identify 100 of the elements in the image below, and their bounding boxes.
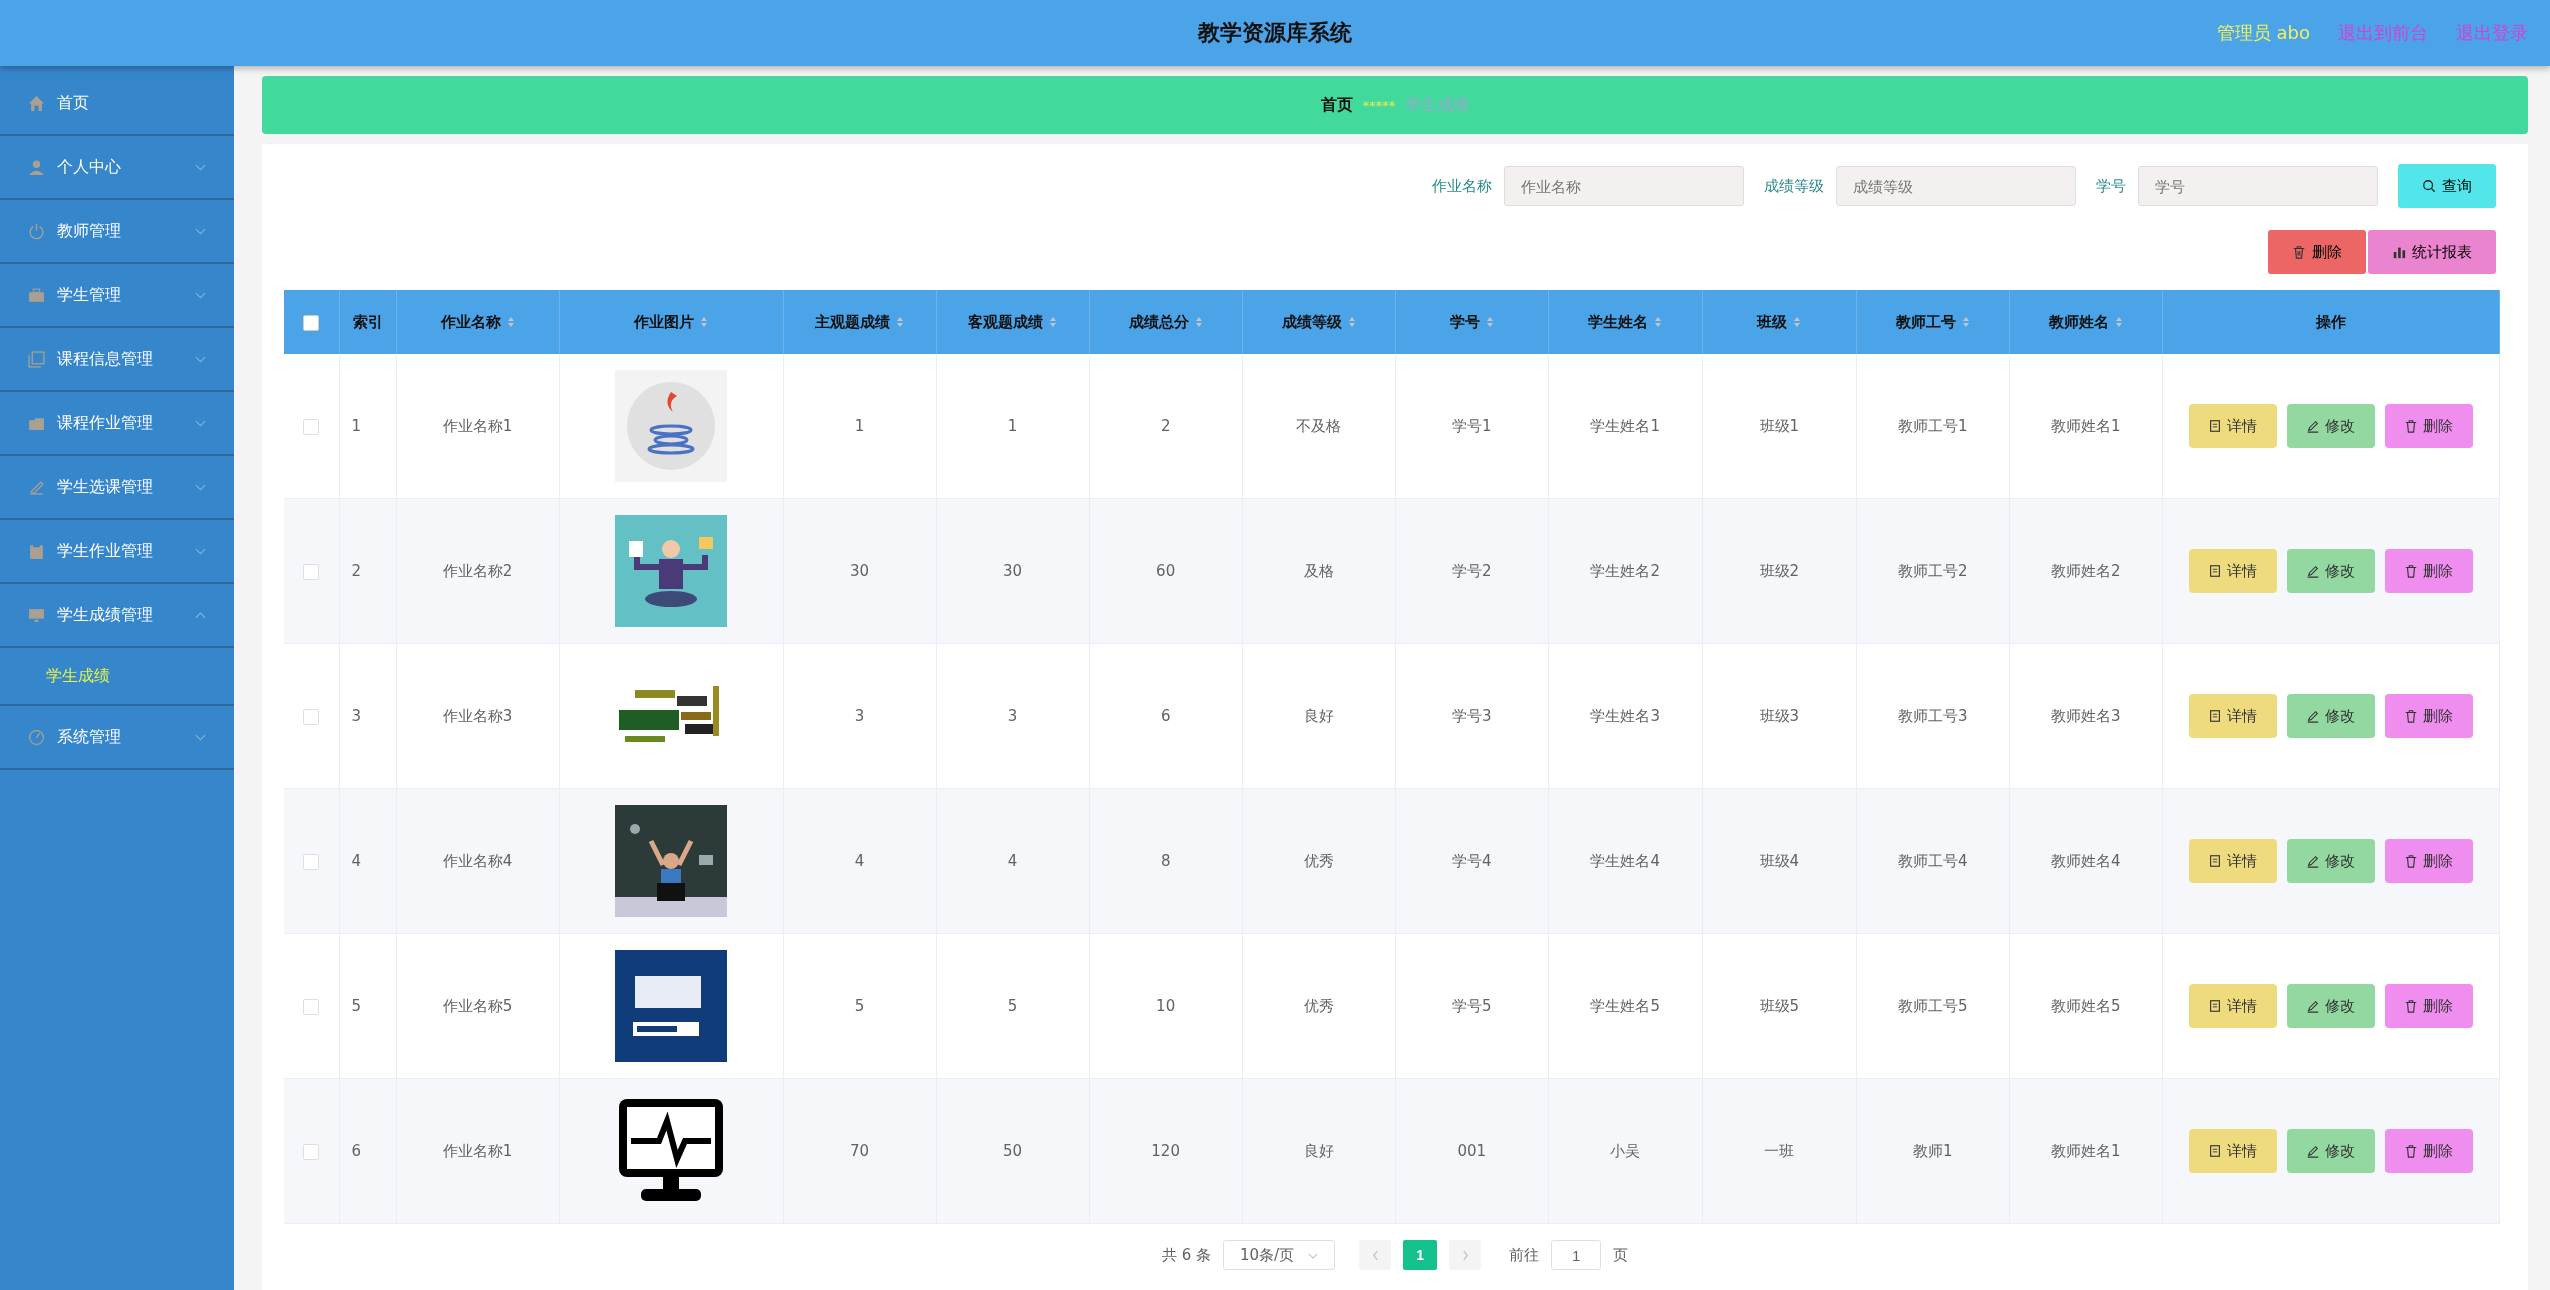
details-button[interactable]: 详情 xyxy=(2188,549,2277,593)
column-header[interactable]: 主观题成绩 xyxy=(783,290,937,354)
delete-button[interactable]: 删除 xyxy=(2384,694,2473,738)
search-button[interactable]: 查询 xyxy=(2398,164,2496,208)
menu-item[interactable]: 教师管理 xyxy=(0,200,234,264)
delete-button[interactable]: 删除 xyxy=(2268,230,2366,274)
breadcrumb-link[interactable]: 首页 xyxy=(1320,94,1353,116)
sort-icon[interactable] xyxy=(1485,315,1494,328)
column-header[interactable]: 作业图片 xyxy=(559,290,784,354)
table-cell: 及格 xyxy=(1242,498,1396,644)
sort-icon[interactable] xyxy=(896,315,905,328)
menu-item[interactable]: 首页 xyxy=(0,72,234,136)
table-cell: 良好 xyxy=(1242,643,1396,789)
table-cell: 001 xyxy=(1395,1078,1549,1224)
details-button[interactable]: 详情 xyxy=(2188,839,2277,883)
app-title: 教学资源库系统 xyxy=(1198,19,1352,47)
details-button[interactable]: 详情 xyxy=(2188,694,2277,738)
menu-item[interactable]: 学生成绩管理 xyxy=(0,584,234,648)
menu-item[interactable]: 系统管理 xyxy=(0,706,234,770)
column-header[interactable]: 成绩等级 xyxy=(1242,290,1396,354)
details-button[interactable]: 详情 xyxy=(2188,1129,2277,1173)
row-checkbox[interactable] xyxy=(303,1143,320,1160)
person-icon xyxy=(28,158,45,176)
delete-button[interactable]: 删除 xyxy=(2384,839,2473,883)
delete-button[interactable]: 删除 xyxy=(2384,984,2473,1028)
table-cell: 学生姓名3 xyxy=(1548,643,1703,789)
copy-icon xyxy=(28,350,45,368)
previous-page-button[interactable] xyxy=(1359,1240,1392,1270)
table-cell: 教师姓名1 xyxy=(2009,354,2163,499)
table-cell: 班级1 xyxy=(1702,354,1857,499)
page-input[interactable]: 1 xyxy=(1551,1240,1602,1270)
column-header[interactable]: 学生姓名 xyxy=(1548,290,1703,354)
delete-button[interactable]: 删除 xyxy=(2384,1129,2473,1173)
delete-button[interactable]: 删除 xyxy=(2384,549,2473,593)
edit-button[interactable]: 修改 xyxy=(2286,839,2375,883)
edit-button[interactable]: 修改 xyxy=(2286,984,2375,1028)
delete-button[interactable]: 删除 xyxy=(2384,404,2473,448)
sort-icon[interactable] xyxy=(1961,315,1970,328)
edit-icon xyxy=(2306,564,2321,578)
table-cell: 5 xyxy=(339,933,396,1079)
menu-item[interactable]: 课程信息管理 xyxy=(0,328,234,392)
column-header[interactable]: 学号 xyxy=(1395,290,1549,354)
report-button[interactable]: 统计报表 xyxy=(2368,230,2496,274)
page-size-select[interactable]: 10条/页 xyxy=(1223,1240,1336,1270)
row-checkbox[interactable] xyxy=(303,998,320,1015)
document-icon xyxy=(2208,564,2223,578)
column-header[interactable]: 教师姓名 xyxy=(2009,290,2163,354)
search-field[interactable]: 作业名称 xyxy=(1504,166,1744,206)
row-checkbox[interactable] xyxy=(303,853,320,870)
trash-icon xyxy=(2404,564,2419,578)
column-header[interactable]: 作业名称 xyxy=(396,290,560,354)
sort-icon[interactable] xyxy=(1347,315,1356,328)
edit-icon xyxy=(2306,999,2321,1013)
column-header[interactable]: 成绩总分 xyxy=(1089,290,1243,354)
column-header[interactable]: 客观题成绩 xyxy=(936,290,1090,354)
menu-item[interactable]: 个人中心 xyxy=(0,136,234,200)
menu-item[interactable]: 学生选课管理 xyxy=(0,456,234,520)
bar-chart-icon xyxy=(2392,245,2406,259)
sort-icon[interactable] xyxy=(1049,315,1058,328)
page-unit-label: 页 xyxy=(1613,1245,1629,1265)
sort-icon[interactable] xyxy=(1194,315,1203,328)
table-cell: 作业名称1 xyxy=(396,354,560,499)
row-checkbox[interactable] xyxy=(303,708,320,725)
table-cell: 教师工号2 xyxy=(1856,498,2010,644)
table-cell: 学号3 xyxy=(1395,643,1549,789)
table-cell: 教师工号1 xyxy=(1856,354,2010,499)
column-header[interactable]: 教师工号 xyxy=(1856,290,2010,354)
home-icon xyxy=(28,94,45,112)
row-checkbox[interactable] xyxy=(303,418,320,435)
column-header[interactable]: 操作 xyxy=(2162,290,2500,354)
table-cell: 教师姓名2 xyxy=(2009,498,2163,644)
menu-item[interactable]: 学生管理 xyxy=(0,264,234,328)
table-cell: 作业名称2 xyxy=(396,498,560,644)
edit-button[interactable]: 修改 xyxy=(2286,694,2375,738)
column-header[interactable]: 班级 xyxy=(1702,290,1857,354)
edit-button[interactable]: 修改 xyxy=(2286,1129,2375,1173)
power-icon xyxy=(28,222,45,240)
select-all-checkbox[interactable] xyxy=(303,314,320,331)
details-button[interactable]: 详情 xyxy=(2188,984,2277,1028)
edit-button[interactable]: 修改 xyxy=(2286,404,2375,448)
sort-icon[interactable] xyxy=(506,315,515,328)
row-checkbox[interactable] xyxy=(303,563,320,580)
table-cell: 120 xyxy=(1089,1078,1243,1224)
sort-icon[interactable] xyxy=(1793,315,1802,328)
menu-item[interactable]: 课程作业管理 xyxy=(0,392,234,456)
sort-icon[interactable] xyxy=(700,315,709,328)
total-count: 共 6 条 xyxy=(1161,1245,1212,1265)
sort-icon[interactable] xyxy=(1654,315,1663,328)
menu-item[interactable]: 学生作业管理 xyxy=(0,520,234,584)
next-page-button[interactable] xyxy=(1449,1240,1482,1270)
table-cell: 5 xyxy=(783,933,937,1079)
column-header[interactable]: 索引 xyxy=(339,290,396,354)
table-cell: 学号4 xyxy=(1395,788,1549,934)
search-field[interactable]: 学号 xyxy=(2138,166,2378,206)
table-cell: 50 xyxy=(936,1078,1090,1224)
search-field[interactable]: 成绩等级 xyxy=(1836,166,2076,206)
table-cell: 作业名称4 xyxy=(396,788,560,934)
details-button[interactable]: 详情 xyxy=(2188,404,2277,448)
edit-button[interactable]: 修改 xyxy=(2286,549,2375,593)
sort-icon[interactable] xyxy=(2114,315,2123,328)
